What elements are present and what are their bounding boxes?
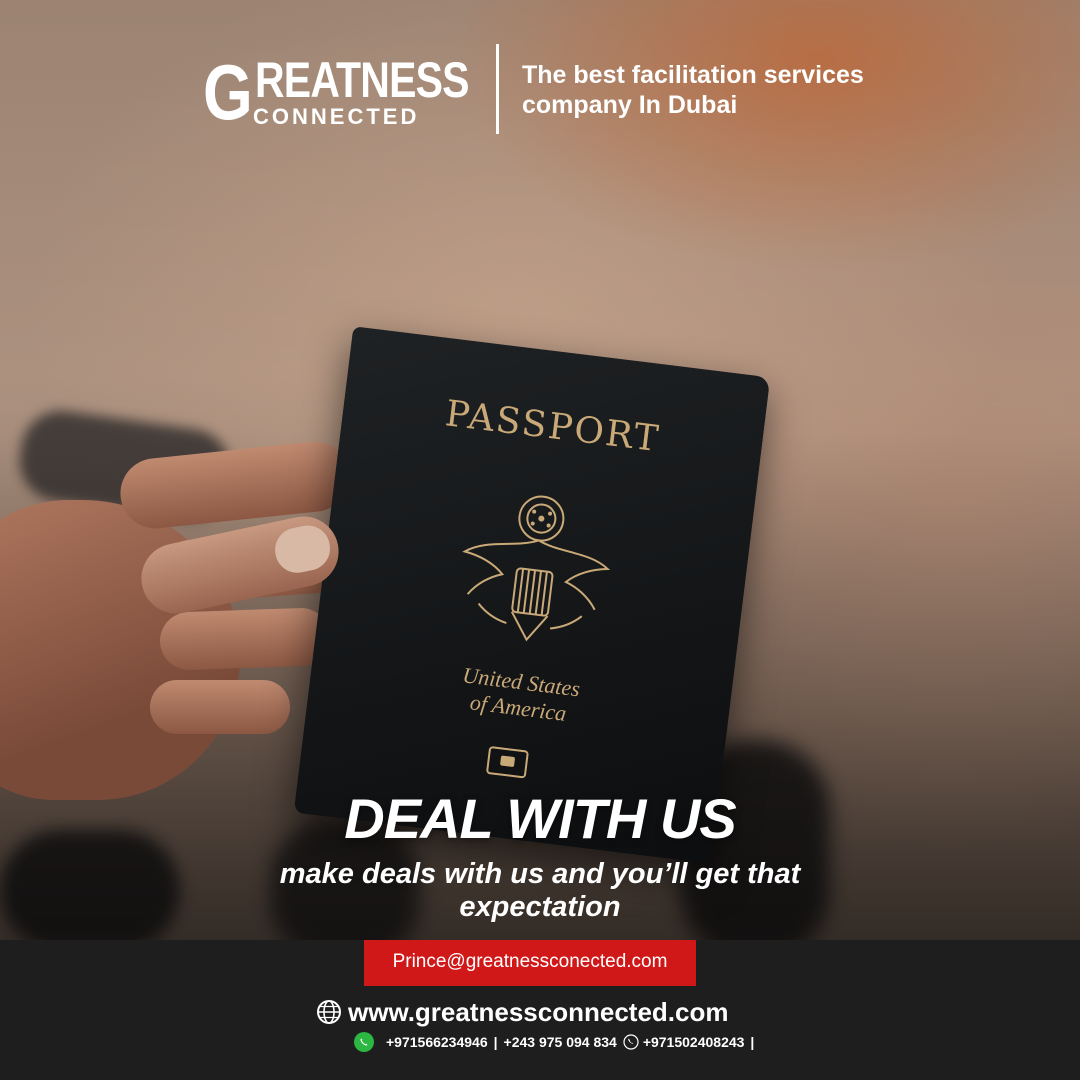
phone-congo[interactable]: +243 975 094 834: [504, 1034, 617, 1050]
hand-finger: [116, 438, 354, 532]
separator: |: [493, 1034, 498, 1050]
passport-country: United States of America: [308, 644, 731, 747]
hand-finger: [159, 607, 331, 671]
biometric-chip-icon: [485, 745, 529, 779]
eagle-seal-icon: [462, 495, 611, 642]
phone-row: +971566234946 | +243 975 094 834 +971502…: [354, 1030, 760, 1054]
brand-logo: G REATNESS CONNECTED: [203, 48, 473, 136]
headline: DEAL WITH US: [344, 787, 736, 850]
globe-icon: [317, 1000, 341, 1024]
logo-initial: G: [203, 48, 253, 136]
hand-finger: [150, 680, 290, 734]
subheadline: make deals with us and you’ll get that e…: [279, 858, 801, 923]
logo-sub-text: CONNECTED: [253, 104, 420, 129]
brand-tagline: The best facilitation services company I…: [522, 61, 864, 119]
website-row: www.greatnessconnected.com: [316, 992, 728, 1032]
thumb-nail: [270, 521, 335, 577]
phone-icon: [623, 1034, 639, 1050]
separator: |: [750, 1034, 755, 1050]
whatsapp-icon: [354, 1032, 374, 1052]
contact-footer: Prince@greatnessconected.com www.greatne…: [0, 940, 1080, 1080]
passport-title: PASSPORT: [443, 393, 663, 461]
passport: PASSPORT United States of America: [293, 326, 771, 864]
email-link[interactable]: Prince@greatnessconected.com: [364, 940, 696, 986]
phone-whatsapp[interactable]: +971566234946: [386, 1034, 488, 1050]
phone-uae[interactable]: +971502408243: [643, 1034, 745, 1050]
logo-main-text: REATNESS: [255, 52, 469, 108]
header-divider: [496, 44, 499, 134]
website-link[interactable]: www.greatnessconnected.com: [348, 997, 728, 1028]
poster: PASSPORT United States of America G REAT…: [0, 0, 1080, 1080]
